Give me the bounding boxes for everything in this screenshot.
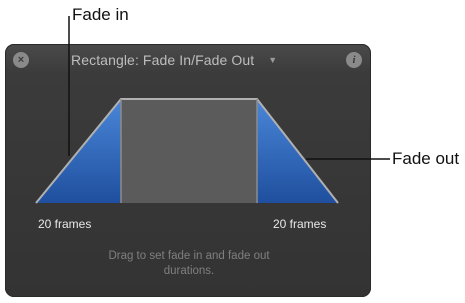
fade-graph (35, 16, 390, 204)
hold-region (121, 99, 257, 203)
